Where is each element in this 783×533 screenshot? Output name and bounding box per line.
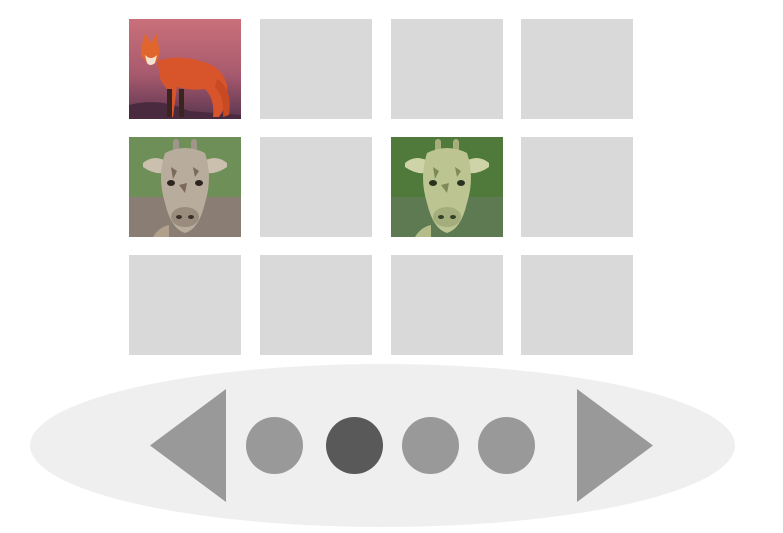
tile-empty[interactable] [391, 255, 503, 355]
tile-empty[interactable] [521, 137, 633, 237]
giraffe-photo-green [391, 137, 503, 237]
tile-empty[interactable] [260, 137, 372, 237]
page-dot-3[interactable] [402, 417, 459, 474]
tile-empty[interactable] [260, 19, 372, 119]
fox-photo [129, 19, 241, 119]
tile-empty[interactable] [391, 19, 503, 119]
prev-page-button[interactable] [150, 389, 226, 502]
tile-empty[interactable] [260, 255, 372, 355]
image-grid [0, 0, 783, 360]
page-dot-1[interactable] [246, 417, 303, 474]
triangle-left-icon [150, 389, 226, 502]
tile-fox[interactable] [129, 19, 241, 119]
giraffe-photo [129, 137, 241, 237]
tile-empty[interactable] [521, 255, 633, 355]
page-dot-4[interactable] [478, 417, 535, 474]
next-page-button[interactable] [577, 389, 653, 502]
tile-empty[interactable] [129, 255, 241, 355]
tile-empty[interactable] [521, 19, 633, 119]
tile-giraffe-green[interactable] [391, 137, 503, 237]
tile-giraffe[interactable] [129, 137, 241, 237]
page-dot-2-active[interactable] [326, 417, 383, 474]
triangle-right-icon [577, 389, 653, 502]
